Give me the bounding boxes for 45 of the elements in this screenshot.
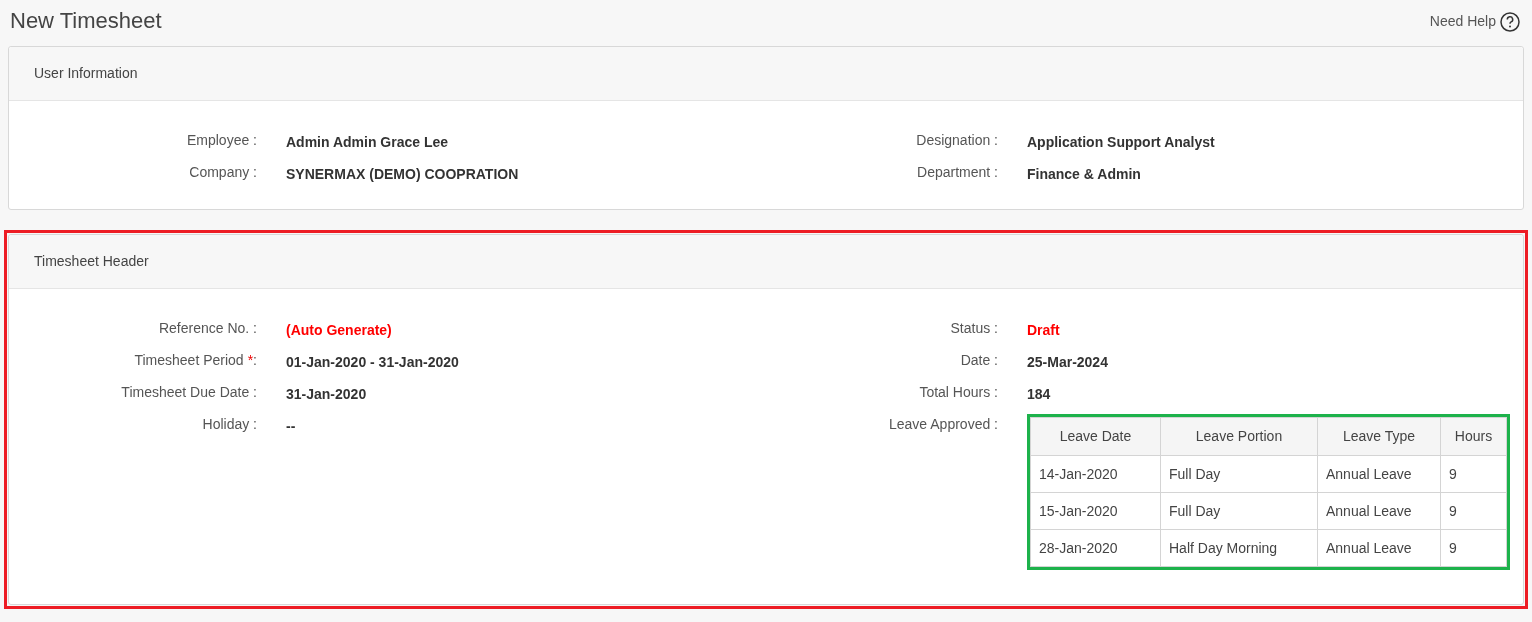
field-value: Admin Admin Grace Lee — [286, 134, 449, 150]
table-cell: Annual Leave — [1317, 492, 1441, 530]
field-value: 25-Mar-2024 — [1027, 354, 1108, 370]
field-label: Total Hours : — [919, 383, 998, 402]
field-value: Draft — [1027, 322, 1060, 338]
section-title: Timesheet Header — [34, 252, 149, 271]
table-cell: 14-Jan-2020 — [1030, 455, 1161, 493]
field-value: -- — [286, 418, 296, 434]
field-value: (Auto Generate) — [286, 322, 392, 338]
field-value: 01-Jan-2020 - 31-Jan-2020 — [286, 354, 459, 370]
table-cell: Full Day — [1160, 492, 1318, 530]
table-cell: Annual Leave — [1317, 455, 1441, 493]
field-value: 184 — [1027, 386, 1051, 402]
field-label: Leave Approved : — [889, 415, 998, 434]
help-icon — [1500, 11, 1520, 32]
field-value: SYNERMAX (DEMO) COOPRATION — [286, 166, 519, 182]
table-cell: 9 — [1440, 492, 1507, 530]
column-header: Leave Type — [1317, 417, 1441, 456]
label-colon: : — [253, 351, 257, 370]
column-header: Hours — [1440, 417, 1507, 456]
field-label: Employee : — [186, 131, 257, 150]
table-cell: 28-Jan-2020 — [1030, 529, 1161, 567]
table-cell: Annual Leave — [1317, 529, 1441, 567]
field-value: Application Support Analyst — [1027, 134, 1215, 150]
field-label: Designation : — [916, 131, 998, 150]
field-label: Status : — [950, 319, 998, 338]
table-cell: Full Day — [1160, 455, 1318, 493]
field-label: Department : — [917, 163, 998, 182]
table-cell: 15-Jan-2020 — [1030, 492, 1161, 530]
table-cell: Half Day Morning — [1160, 529, 1318, 567]
field-label: Company : — [189, 163, 257, 182]
column-header: Leave Portion — [1160, 417, 1318, 456]
field-label: Holiday : — [202, 415, 257, 434]
table-cell: 9 — [1440, 455, 1507, 493]
page-title: New Timesheet — [10, 10, 162, 35]
field-value: 31-Jan-2020 — [286, 386, 367, 402]
field-label: Reference No. : — [158, 319, 257, 338]
help-link[interactable]: Need Help — [1429, 11, 1522, 42]
field-label: Timesheet Period — [134, 351, 244, 370]
table-cell: 9 — [1440, 529, 1507, 567]
field-label: Date : — [960, 351, 998, 370]
column-header: Leave Date — [1030, 417, 1161, 456]
field-value: Finance & Admin — [1027, 166, 1141, 182]
field-label: Timesheet Due Date : — [121, 383, 257, 402]
section-title: User Information — [34, 64, 138, 83]
